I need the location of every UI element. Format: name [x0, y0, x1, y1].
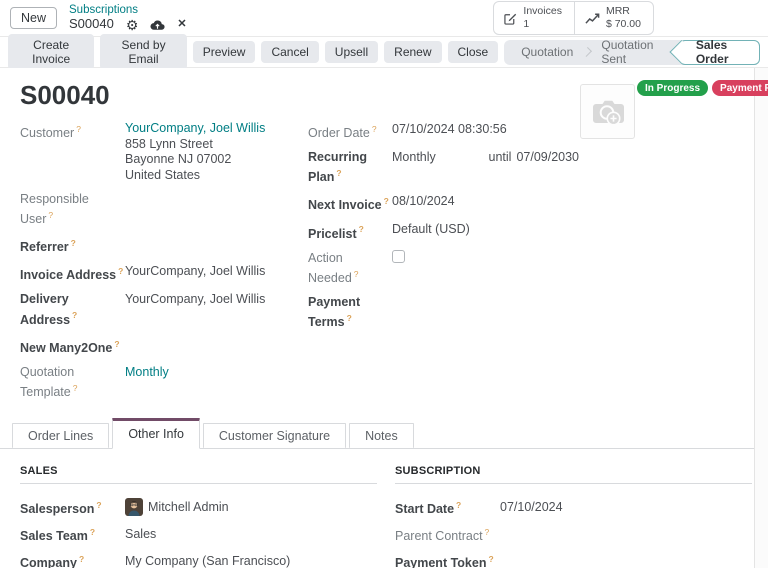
field-payment-token[interactable]: Payment Token	[395, 551, 752, 568]
tab-order-lines[interactable]: Order Lines	[12, 423, 109, 448]
form-sheet: In Progress Payment Failure S00040 Custo…	[0, 68, 755, 568]
field-grid: Customer YourCompany, Joel Willis 858 Ly…	[0, 121, 754, 408]
field-invoice-address[interactable]: Invoice Address YourCompany, Joel Willis	[20, 263, 308, 283]
sales-section: SALES Salesperson Mitchell Admin Sales T…	[20, 465, 377, 568]
field-label: Salesperson	[20, 497, 125, 517]
field-company[interactable]: Company My Company (San Francisco)	[20, 551, 377, 568]
discard-icon[interactable]: ✕	[177, 18, 186, 31]
breadcrumb-current: S00040	[69, 17, 114, 32]
field-label: Payment Terms	[308, 294, 392, 330]
field-label: Customer	[20, 121, 125, 141]
status-step-sales-order[interactable]: Sales Order	[679, 40, 760, 65]
camera-plus-icon	[590, 97, 626, 127]
field-column-right: Order Date 07/10/2024 08:30:56 Recurring…	[308, 121, 583, 408]
breadcrumb: Subscriptions S00040 ⚙ ✕	[69, 4, 187, 32]
field-label: Delivery Address	[20, 291, 125, 327]
field-delivery-address[interactable]: Delivery Address YourCompany, Joel Willi…	[20, 291, 308, 327]
field-label: Quotation Template	[20, 364, 125, 400]
control-panel: New Subscriptions S00040 ⚙ ✕ Invoices 1	[0, 0, 768, 37]
status-badges: In Progress Payment Failure	[637, 80, 768, 96]
tab-notes[interactable]: Notes	[349, 423, 414, 448]
field-label: Responsible User	[20, 191, 125, 227]
new-button[interactable]: New	[10, 7, 57, 29]
field-label: Referrer	[20, 235, 125, 255]
field-label: New Many2One	[20, 336, 125, 356]
field-label: Next Invoice	[308, 193, 392, 213]
field-new-many2one[interactable]: New Many2One	[20, 336, 308, 356]
status-bar: Quotation Quotation Sent Sales Order	[504, 40, 760, 65]
field-payment-terms[interactable]: Payment Terms	[308, 294, 583, 330]
payment-failure-badge: Payment Failure	[712, 80, 768, 96]
image-upload-placeholder[interactable]	[580, 84, 635, 139]
field-label: Invoice Address	[20, 263, 125, 283]
field-customer: Customer YourCompany, Joel Willis 858 Ly…	[20, 121, 308, 183]
status-step-quotation-sent[interactable]: Quotation Sent	[588, 38, 672, 66]
field-order-date: Order Date 07/10/2024 08:30:56	[308, 121, 583, 141]
stat-button-mrr[interactable]: MRR $ 70.00	[574, 2, 653, 33]
stat-invoices-label: Invoices	[523, 5, 562, 18]
in-progress-badge: In Progress	[637, 80, 708, 96]
stat-invoices-value: 1	[523, 18, 562, 31]
quotation-template-link[interactable]: Monthly	[125, 364, 169, 380]
preview-button[interactable]: Preview	[193, 41, 256, 63]
tab-customer-signature[interactable]: Customer Signature	[203, 423, 346, 448]
gear-icon[interactable]: ⚙	[126, 18, 139, 32]
cancel-button[interactable]: Cancel	[261, 41, 318, 63]
field-label: Start Date	[395, 497, 500, 517]
customer-address-line: 858 Lynn Street	[125, 137, 265, 153]
close-button[interactable]: Close	[448, 41, 499, 63]
action-bar: Create Invoice Send by Email Preview Can…	[0, 37, 768, 68]
mrr-chart-icon	[585, 12, 600, 25]
field-label: Parent Contract	[395, 524, 500, 544]
sales-section-title: SALES	[20, 465, 377, 484]
field-label: Pricelist	[308, 221, 392, 241]
field-sales-team[interactable]: Sales Team Sales	[20, 524, 377, 544]
stat-buttons: Invoices 1 MRR $ 70.00	[493, 1, 654, 34]
subscription-section: SUBSCRIPTION Start Date 07/10/2024 Paren…	[395, 465, 752, 568]
status-step-quotation[interactable]: Quotation	[508, 45, 586, 59]
subscription-section-title: SUBSCRIPTION	[395, 465, 752, 484]
stat-mrr-value: $ 70.00	[606, 18, 641, 31]
send-by-email-button[interactable]: Send by Email	[100, 34, 186, 70]
field-quotation-template: Quotation Template Monthly	[20, 364, 308, 400]
field-responsible-user[interactable]: Responsible User	[20, 191, 308, 227]
field-value: YourCompany, Joel Willis 858 Lynn Street…	[125, 121, 265, 183]
cloud-save-icon[interactable]	[150, 19, 165, 31]
create-invoice-button[interactable]: Create Invoice	[8, 34, 94, 70]
upsell-button[interactable]: Upsell	[325, 41, 378, 63]
until-label: until	[489, 149, 512, 165]
field-salesperson[interactable]: Salesperson Mitchell Admin	[20, 497, 377, 517]
field-start-date[interactable]: Start Date 07/10/2024	[395, 497, 752, 517]
field-recurring-plan[interactable]: Recurring Plan Monthly until 07/09/2030	[308, 149, 583, 185]
customer-address-line: United States	[125, 168, 265, 184]
tab-content-other-info: SALES Salesperson Mitchell Admin Sales T…	[0, 449, 754, 568]
field-label: Payment Token	[395, 551, 500, 568]
renew-button[interactable]: Renew	[384, 41, 441, 63]
until-date[interactable]: 07/09/2030	[516, 149, 579, 165]
field-action-needed: Action Needed	[308, 250, 583, 286]
field-next-invoice[interactable]: Next Invoice 08/10/2024	[308, 193, 583, 213]
stat-mrr-label: MRR	[606, 5, 641, 18]
field-label: Recurring Plan	[308, 149, 392, 185]
customer-address-line: Bayonne NJ 07002	[125, 152, 265, 168]
action-needed-checkbox[interactable]	[392, 250, 405, 263]
field-referrer[interactable]: Referrer	[20, 235, 308, 255]
field-column-left: Customer YourCompany, Joel Willis 858 Ly…	[20, 121, 308, 408]
field-label: Company	[20, 551, 125, 568]
field-label: Action Needed	[308, 250, 392, 286]
notebook-tabs: Order Lines Other Info Customer Signatur…	[0, 418, 754, 449]
field-label: Sales Team	[20, 524, 125, 544]
field-pricelist[interactable]: Pricelist Default (USD)	[308, 221, 583, 241]
stat-button-invoices[interactable]: Invoices 1	[494, 2, 574, 33]
salesperson-avatar	[125, 498, 143, 516]
customer-link[interactable]: YourCompany, Joel Willis	[125, 121, 265, 137]
tab-other-info[interactable]: Other Info	[112, 418, 200, 449]
field-label: Order Date	[308, 121, 392, 141]
field-parent-contract: Parent Contract	[395, 524, 752, 544]
invoices-edit-icon	[504, 12, 517, 25]
